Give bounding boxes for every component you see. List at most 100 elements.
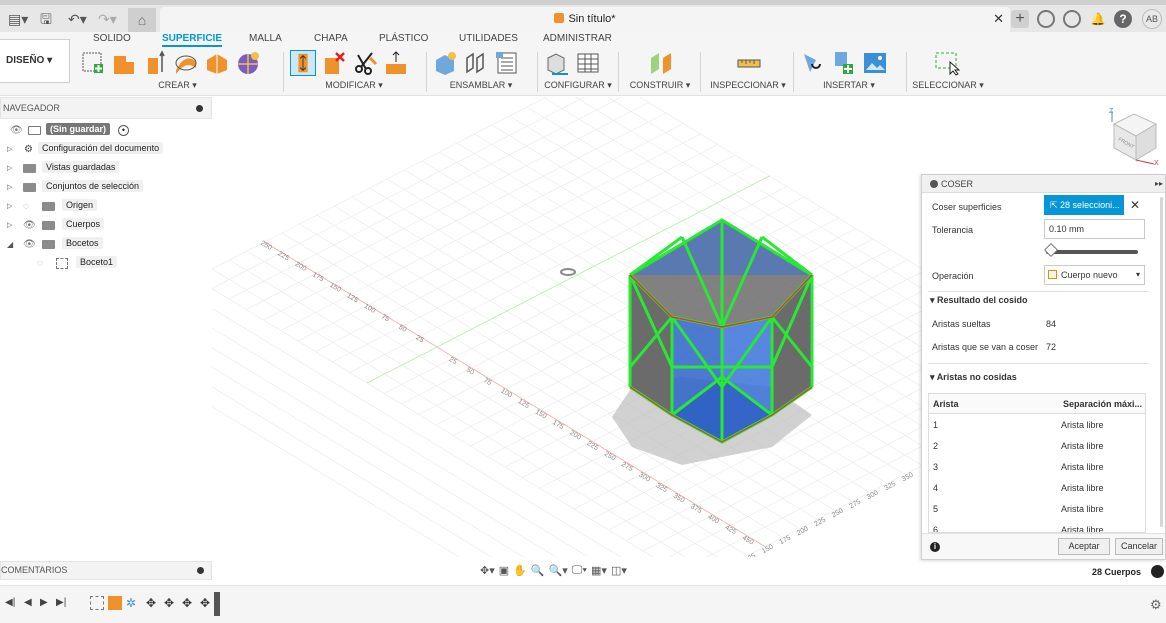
expand-dialog-icon[interactable]: ▸▸ <box>1155 175 1163 193</box>
workspace-switcher[interactable]: DISEÑO ▾ <box>0 39 70 83</box>
timeline-marker[interactable] <box>214 592 220 616</box>
insert-image-icon[interactable] <box>862 50 888 76</box>
joint-icon[interactable] <box>463 50 489 76</box>
notifications-icon[interactable]: 🔔 <box>1089 10 1107 28</box>
surface-selection-button[interactable]: ⇱ 28 seleccioni... <box>1044 195 1124 215</box>
extrude-icon[interactable] <box>111 50 137 76</box>
collapse-arrow-icon[interactable]: ◢ <box>7 240 13 249</box>
document-tab[interactable]: Sin título* ✕ <box>160 7 1010 33</box>
tree-item-saved-views[interactable]: ▷ Vistas guardadas <box>0 159 212 178</box>
operation-select[interactable]: Cuerpo nuevo ▾ <box>1044 265 1145 285</box>
table-row[interactable]: 3 Arista libre <box>929 457 1145 478</box>
column-header-gap[interactable]: Separación máxi... <box>1063 399 1142 409</box>
sweep-icon[interactable] <box>173 50 199 76</box>
hidden-eye-icon[interactable]: ◌ <box>23 201 29 212</box>
table-row[interactable]: 2 Arista libre <box>929 436 1145 457</box>
look-at-icon[interactable]: ▣ <box>499 564 509 577</box>
orbit-icon[interactable]: ✥▾ <box>480 564 495 577</box>
activate-radio-icon[interactable]: • <box>118 125 129 136</box>
parameters-icon[interactable] <box>544 50 570 76</box>
group-ensamblar-label[interactable]: ENSAMBLAR ▾ <box>432 80 530 91</box>
next-step-icon[interactable]: ▶| <box>56 597 66 608</box>
dialog-scrollbar[interactable] <box>1160 197 1163 527</box>
play-icon[interactable]: ▶ <box>40 597 48 608</box>
timeline-move-icon[interactable]: ✥ <box>164 596 178 610</box>
result-section-header[interactable]: ▾ Resultado del cosido <box>930 295 1028 306</box>
extensions-icon[interactable] <box>1037 10 1055 28</box>
fit-icon[interactable]: 🔍▾ <box>549 564 568 577</box>
hidden-eye-icon[interactable]: ◌ <box>37 258 43 269</box>
pin-icon[interactable] <box>197 567 204 574</box>
patch-icon[interactable] <box>235 50 261 76</box>
pin-icon[interactable] <box>196 105 203 112</box>
grid-settings-icon[interactable]: ▦▾ <box>591 564 607 577</box>
offset-surface-icon[interactable] <box>383 50 409 76</box>
group-seleccionar-label[interactable]: SELECCIONAR ▾ <box>912 80 984 91</box>
table-row[interactable]: 6 Arista libre <box>929 520 1145 532</box>
new-component-icon[interactable] <box>432 50 458 76</box>
expand-arrow-icon[interactable]: ▷ <box>7 221 12 229</box>
eye-icon[interactable]: 👁 <box>23 220 36 231</box>
measure-icon[interactable] <box>736 50 762 76</box>
new-tab-icon[interactable]: + <box>1011 10 1029 28</box>
timeline-move-icon[interactable]: ✥ <box>146 596 160 610</box>
viewports-icon[interactable]: ◫▾ <box>611 564 627 577</box>
display-settings-icon[interactable]: 🖵▾ <box>572 564 587 577</box>
insert-derive-icon[interactable] <box>800 50 826 76</box>
tree-item-sketches[interactable]: ◢ 👁 Bocetos <box>0 235 212 254</box>
group-crear-label[interactable]: CREAR ▾ <box>80 80 275 91</box>
configuration-table-icon[interactable] <box>575 50 601 76</box>
dialog-header[interactable]: COSER ▸▸ <box>922 175 1165 193</box>
selection-filter-icon[interactable] <box>1151 565 1164 578</box>
revolve-icon[interactable] <box>142 50 168 76</box>
tolerance-slider[interactable] <box>1046 250 1138 254</box>
insert-mesh-icon[interactable] <box>831 50 857 76</box>
viewcube[interactable]: FRONT Z X <box>1104 106 1162 166</box>
browser-header[interactable]: NAVEGADOR <box>0 97 212 119</box>
timeline-pattern-icon[interactable]: ✲ <box>126 596 140 610</box>
tab-malla[interactable]: MALLA <box>249 33 282 44</box>
create-sketch-icon[interactable] <box>80 50 106 76</box>
info-icon[interactable]: i <box>930 542 940 552</box>
table-row[interactable]: 4 Arista libre <box>929 478 1145 499</box>
eye-icon[interactable]: 👁 <box>23 239 36 250</box>
table-row[interactable]: 1 Arista libre <box>929 415 1145 436</box>
help-icon[interactable]: ? <box>1114 10 1132 28</box>
construction-plane-icon[interactable] <box>648 50 674 76</box>
expand-arrow-icon[interactable]: ▷ <box>7 145 12 153</box>
eye-icon[interactable]: 👁 <box>10 125 23 136</box>
tab-plastico[interactable]: PLÁSTICO <box>379 33 428 44</box>
tab-superficie[interactable]: SUPERFICIE <box>162 33 223 47</box>
group-inspeccionar-label[interactable]: INSPECCIONAR ▾ <box>708 80 788 91</box>
tab-administrar[interactable]: ADMINISTRAR <box>543 33 612 44</box>
tree-item-bodies[interactable]: ▷ 👁 Cuerpos <box>0 216 212 235</box>
timeline-move-icon[interactable]: ✥ <box>200 596 214 610</box>
group-construir-label[interactable]: CONSTRUIR ▾ <box>626 80 694 91</box>
previous-step-icon[interactable]: ◀ <box>24 597 32 608</box>
timeline-sketch-icon[interactable] <box>90 596 104 610</box>
origin-marker-icon[interactable] <box>560 268 576 276</box>
expand-arrow-icon[interactable]: ▷ <box>7 164 12 172</box>
tolerance-input[interactable]: 0.10 mm <box>1044 219 1145 239</box>
expand-arrow-icon[interactable]: ▷ <box>7 202 12 210</box>
tab-utilidades[interactable]: UTILIDADES <box>459 33 518 44</box>
cancel-button[interactable]: Cancelar <box>1115 538 1163 555</box>
loft-icon[interactable] <box>204 50 230 76</box>
timeline-move-icon[interactable]: ✥ <box>182 596 196 610</box>
table-row[interactable]: 5 Arista libre <box>929 499 1145 520</box>
trim-icon[interactable] <box>321 50 347 76</box>
close-tab-icon[interactable]: ✕ <box>993 11 1004 27</box>
go-to-start-icon[interactable]: ◀| <box>5 597 15 608</box>
collapse-dialog-icon[interactable] <box>930 180 938 188</box>
clear-selection-icon[interactable]: ✕ <box>1130 198 1140 212</box>
expand-arrow-icon[interactable]: ▷ <box>7 183 12 191</box>
tree-root[interactable]: 👁 (Sin guardar) • <box>0 121 212 140</box>
group-insertar-label[interactable]: INSERTAR ▾ <box>800 80 898 91</box>
save-icon[interactable]: 🖫 <box>40 9 52 29</box>
redo-icon[interactable]: ↷▾ <box>98 9 117 29</box>
pan-hand-icon[interactable]: ✋ <box>513 564 527 577</box>
zoom-icon[interactable]: 🔍 <box>531 564 545 577</box>
tree-item-sketch1[interactable]: ◌ Boceto1 <box>0 254 212 273</box>
ok-button[interactable]: Aceptar <box>1058 538 1110 555</box>
group-configurar-label[interactable]: CONFIGURAR ▾ <box>544 80 612 91</box>
